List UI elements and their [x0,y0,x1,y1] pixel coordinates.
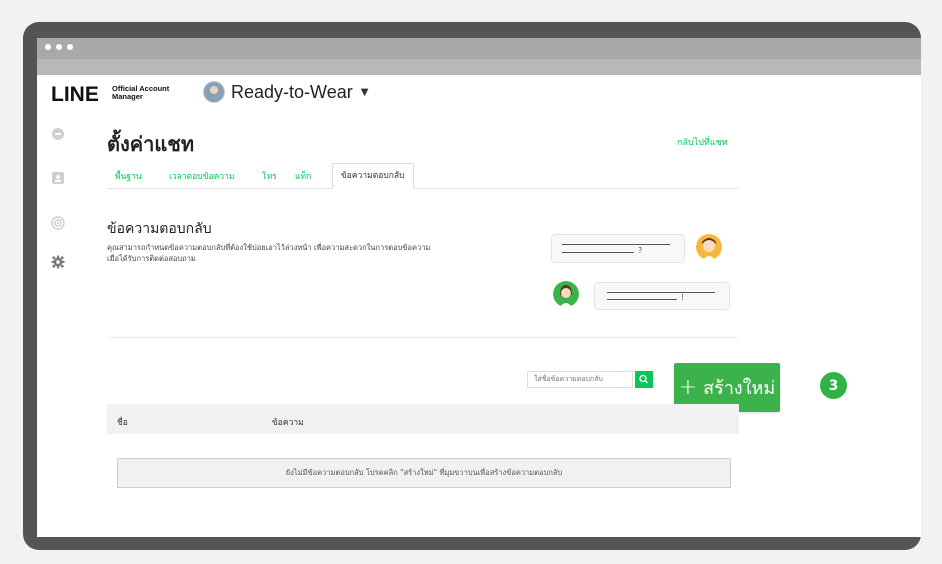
description-line: เมื่อได้รับการติดต่อสอบถาม [107,254,196,263]
bubble-line [562,252,634,253]
plus-icon: + [678,375,698,400]
settings-tabs: พื้นฐาน เวลาตอบข้อความ โทร แท็ก ข้อความต… [107,163,739,189]
step-badge: 3 [820,372,847,399]
agent-avatar-icon [553,281,579,307]
bubble-line [562,244,670,245]
app-window: LINE Official Account Manager Ready-to-W… [37,75,921,537]
section-description: คุณสามารถกำหนดข้อความตอบกลับที่ต้องใช้บ่… [107,242,527,264]
tab-response-hours[interactable]: เวลาตอบข้อความ [169,169,234,183]
bubble-line [607,292,715,293]
window-dot-icon[interactable] [56,44,62,50]
chat-icon[interactable] [51,127,65,141]
table-header: ชื่อ ข้อความ [107,404,739,434]
window-titlebar [37,38,921,59]
description-line: คุณสามารถกำหนดข้อความตอบกลับที่ต้องใช้บ่… [107,243,431,252]
answer-bubble: ! [594,282,730,310]
create-new-label: สร้างใหม่ [703,378,776,399]
oa-label-line2: Manager [112,92,143,101]
column-header-message: ข้อความ [272,418,304,428]
caret-down-icon: ▼ [360,86,369,98]
section-divider [107,337,739,338]
tab-basic[interactable]: พื้นฐาน [115,169,142,183]
question-bubble: ? [551,234,685,263]
section-title: ข้อความตอบกลับ [107,221,212,237]
page-title: ตั้งค่าแชท [107,132,195,156]
search-input[interactable] [527,371,633,388]
search-button[interactable] [635,371,653,388]
gear-icon[interactable] [51,255,65,269]
empty-state-message: ยังไม่มีข้อความตอบกลับ โปรดคลิก "สร้างให… [117,458,731,488]
tab-auto-reply[interactable]: ข้อความตอบกลับ [332,163,414,189]
target-icon[interactable] [51,216,65,230]
line-logo: LINE [51,83,99,106]
oa-manager-label: Official Account Manager [112,85,169,101]
account-name: Ready-to-Wear [231,81,353,102]
window-dot-icon[interactable] [45,44,51,50]
search-icon [639,374,648,384]
window-dot-icon[interactable] [67,44,73,50]
question-mark: ? [638,246,643,255]
tab-call[interactable]: โทร [262,169,277,183]
back-to-chat-link[interactable]: กลับไปที่แชท [677,135,728,149]
tab-tags[interactable]: แท็ก [295,169,311,183]
account-switcher[interactable]: Ready-to-Wear ▼ [203,81,368,103]
contact-icon[interactable] [51,171,65,185]
bubble-line [607,299,677,300]
exclamation-mark: ! [681,293,685,302]
column-header-name: ชื่อ [117,418,128,428]
customer-avatar-icon [696,234,722,260]
browser-toolbar [37,59,921,75]
window-controls [45,44,73,50]
account-avatar [203,81,225,103]
